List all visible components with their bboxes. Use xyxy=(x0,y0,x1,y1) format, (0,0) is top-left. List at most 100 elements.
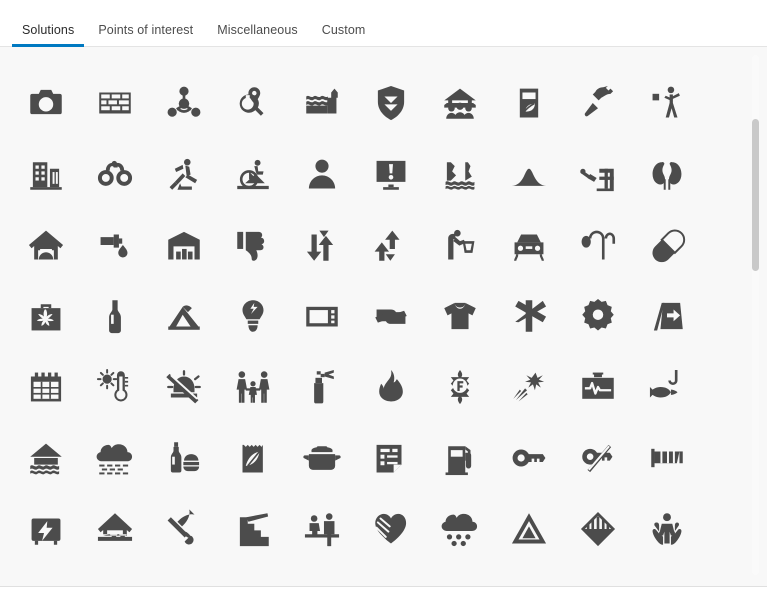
icon-cell[interactable] xyxy=(287,138,356,209)
icon-cell[interactable] xyxy=(632,493,701,564)
icon-cell[interactable] xyxy=(632,67,701,138)
icon-cell[interactable] xyxy=(356,280,425,351)
icon-cell[interactable] xyxy=(287,422,356,493)
rain-cloud-icon xyxy=(96,443,132,474)
handcuffs-icon xyxy=(97,160,132,186)
icon-cell[interactable] xyxy=(356,493,425,564)
icon-cell[interactable] xyxy=(356,138,425,209)
flood-map-icon xyxy=(445,161,474,190)
icon-cell[interactable] xyxy=(563,351,632,422)
icon-cell[interactable] xyxy=(287,493,356,564)
icon-cell[interactable] xyxy=(11,280,80,351)
family-icon xyxy=(236,370,269,403)
tab-points-of-interest[interactable]: Points of interest xyxy=(86,23,205,47)
icon-cell[interactable] xyxy=(425,493,494,564)
icon-cell[interactable] xyxy=(218,138,287,209)
tab-solutions[interactable]: Solutions xyxy=(10,23,86,47)
icon-cell[interactable] xyxy=(494,138,563,209)
icon-cell[interactable] xyxy=(563,280,632,351)
icon-cell[interactable] xyxy=(149,493,218,564)
icon-cell[interactable] xyxy=(494,351,563,422)
icon-cell[interactable] xyxy=(149,422,218,493)
flooded-house-icon xyxy=(29,443,62,474)
search-location-icon xyxy=(239,86,263,116)
icon-cell[interactable] xyxy=(287,209,356,280)
flame-icon xyxy=(378,369,403,401)
icon-cell[interactable] xyxy=(287,280,356,351)
icon-cell[interactable] xyxy=(425,280,494,351)
icon-cell[interactable] xyxy=(632,138,701,209)
molecule-icon xyxy=(167,86,200,117)
helping-hands-icon xyxy=(374,308,407,324)
icon-cell[interactable] xyxy=(149,67,218,138)
icon-cell[interactable] xyxy=(149,280,218,351)
icon-cell[interactable] xyxy=(494,422,563,493)
warehouse-icon xyxy=(167,231,200,259)
icon-cell[interactable] xyxy=(80,209,149,280)
heat-thermometer-icon xyxy=(96,368,128,401)
key-icon xyxy=(512,448,545,467)
icon-cell[interactable] xyxy=(218,280,287,351)
fire-dept-badge-icon xyxy=(450,369,469,404)
icon-cell[interactable] xyxy=(425,138,494,209)
icon-cell[interactable] xyxy=(149,209,218,280)
debris-pile-icon xyxy=(511,168,546,186)
firework-icon xyxy=(512,372,544,401)
icon-cell[interactable] xyxy=(11,422,80,493)
icon-cell[interactable] xyxy=(287,351,356,422)
icon-cell[interactable] xyxy=(356,351,425,422)
icon-cell[interactable] xyxy=(563,67,632,138)
icon-cell[interactable] xyxy=(425,422,494,493)
icon-cell[interactable] xyxy=(632,209,701,280)
icon-cell[interactable] xyxy=(80,422,149,493)
icon-cell[interactable] xyxy=(11,209,80,280)
icon-cell[interactable] xyxy=(494,67,563,138)
icon-cell[interactable] xyxy=(80,67,149,138)
windsock-icon xyxy=(650,448,683,467)
icon-cell[interactable] xyxy=(563,209,632,280)
icon-cell[interactable] xyxy=(218,351,287,422)
icon-cell[interactable] xyxy=(80,351,149,422)
icon-cell[interactable] xyxy=(80,138,149,209)
icon-cell[interactable] xyxy=(11,138,80,209)
icon-cell[interactable] xyxy=(218,422,287,493)
icon-cell[interactable] xyxy=(494,209,563,280)
icon-cell[interactable] xyxy=(80,493,149,564)
icon-cell[interactable] xyxy=(218,67,287,138)
icon-cell[interactable] xyxy=(632,351,701,422)
tab-custom[interactable]: Custom xyxy=(310,23,378,47)
icon-cell[interactable] xyxy=(356,67,425,138)
fuel-pump-icon xyxy=(445,445,471,475)
icon-cell[interactable] xyxy=(80,280,149,351)
icon-cell[interactable] xyxy=(356,422,425,493)
tab-miscellaneous[interactable]: Miscellaneous xyxy=(205,23,310,47)
icon-cell[interactable] xyxy=(632,280,701,351)
camera-icon xyxy=(29,89,62,114)
icon-cell[interactable] xyxy=(563,138,632,209)
office-buildings-icon xyxy=(29,161,62,190)
no-siren-icon xyxy=(165,369,201,403)
bottle-icon xyxy=(108,299,121,333)
icon-cell[interactable] xyxy=(218,493,287,564)
icon-cell[interactable] xyxy=(632,422,701,493)
vertical-scrollbar-track[interactable] xyxy=(752,55,759,575)
icon-cell[interactable] xyxy=(563,493,632,564)
microwave-icon xyxy=(305,306,338,326)
icon-cell[interactable] xyxy=(425,67,494,138)
icon-cell[interactable] xyxy=(11,493,80,564)
icon-cell[interactable] xyxy=(494,493,563,564)
icon-cell[interactable] xyxy=(563,422,632,493)
icon-cell[interactable] xyxy=(11,351,80,422)
broken-bulb-icon xyxy=(242,299,263,332)
icon-cell[interactable] xyxy=(494,280,563,351)
icon-cell[interactable] xyxy=(425,351,494,422)
thumbs-down-icon xyxy=(236,231,264,261)
icon-cell[interactable] xyxy=(218,209,287,280)
icon-cell[interactable] xyxy=(425,209,494,280)
icon-cell[interactable] xyxy=(356,209,425,280)
icon-cell[interactable] xyxy=(11,67,80,138)
vertical-scrollbar-thumb[interactable] xyxy=(752,119,759,271)
icon-cell[interactable] xyxy=(149,351,218,422)
icon-cell[interactable] xyxy=(149,138,218,209)
icon-cell[interactable] xyxy=(287,67,356,138)
